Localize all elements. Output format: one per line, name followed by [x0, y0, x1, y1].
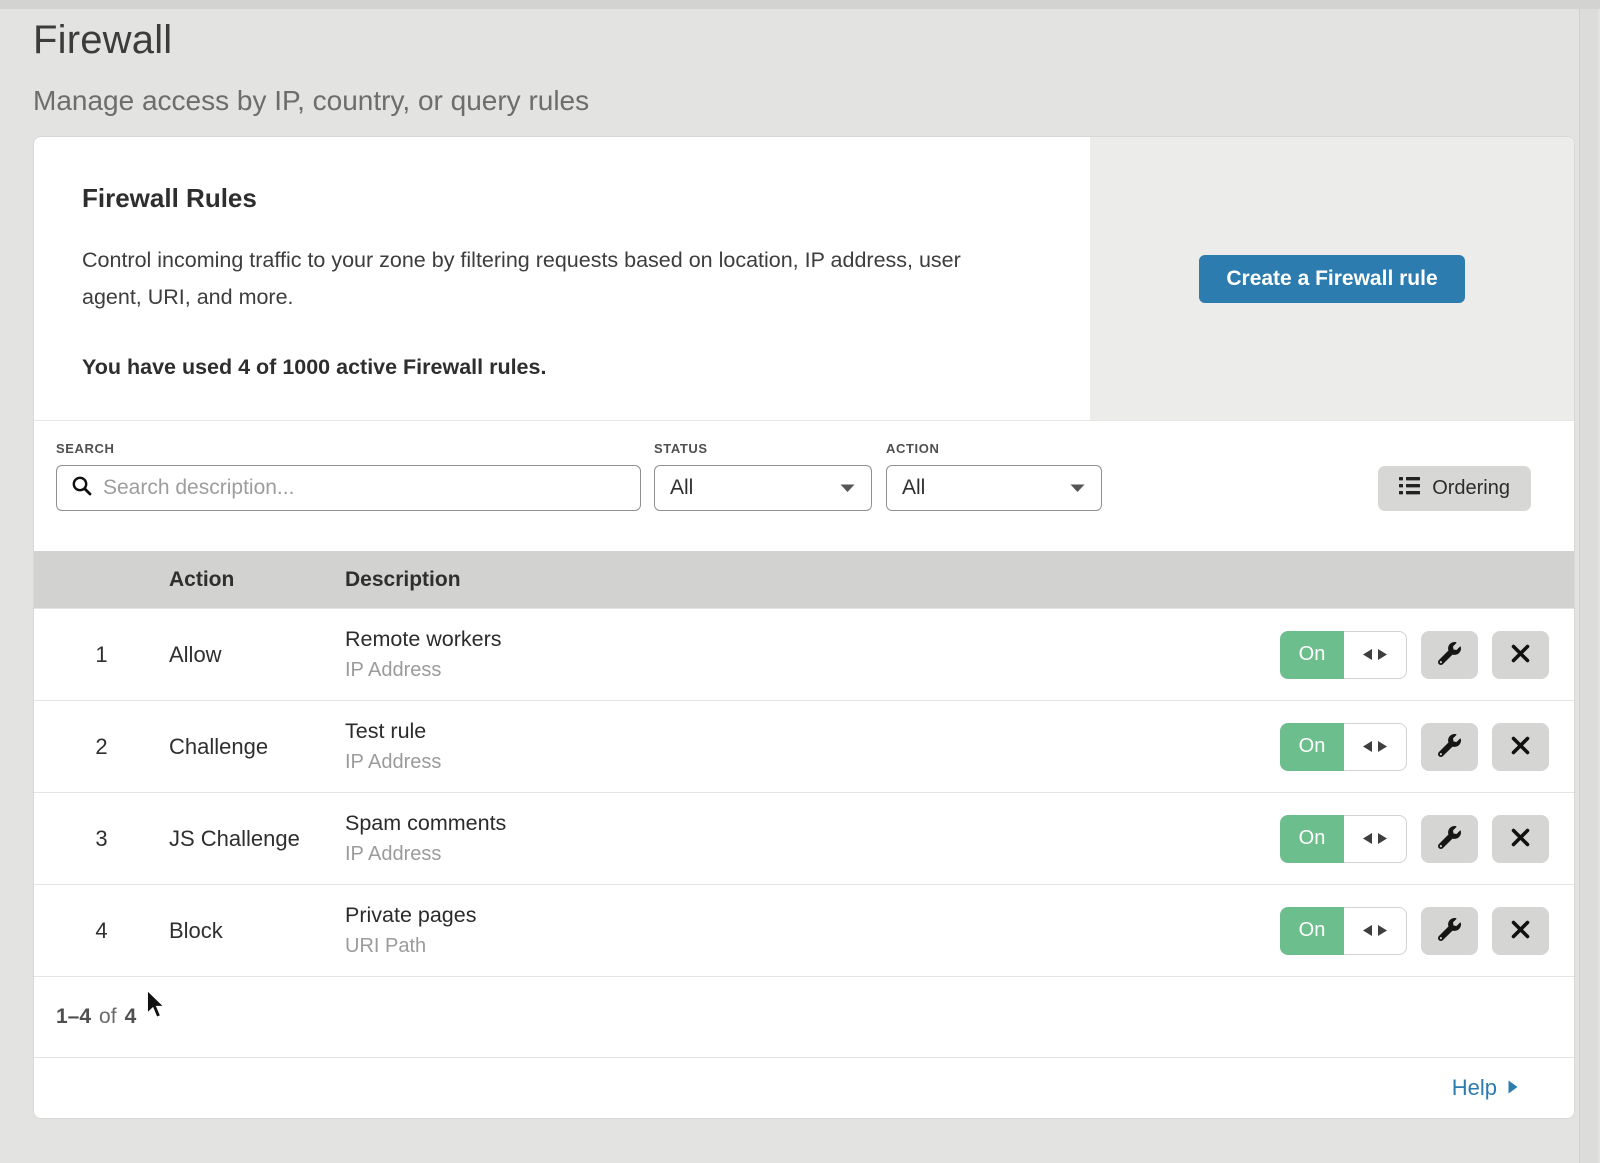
rule-action: Allow [169, 642, 345, 668]
toggle-arrows-icon[interactable] [1344, 907, 1407, 955]
rule-field: IP Address [345, 843, 1280, 866]
section-title: Firewall Rules [82, 183, 1020, 214]
rule-action: Block [169, 918, 345, 944]
table-row: 2 Challenge Test rule IP Address On [34, 700, 1574, 792]
chevron-down-icon [1069, 476, 1086, 500]
status-filter-group: STATUS All [654, 441, 872, 511]
chevron-down-icon [839, 476, 856, 500]
rule-description-cell: Private pages URI Path [345, 903, 1280, 958]
page-subtitle: Manage access by IP, country, or query r… [33, 85, 1600, 117]
ordered-list-icon [1399, 476, 1420, 501]
rule-field: IP Address [345, 751, 1280, 774]
cta-panel: Create a Firewall rule [1090, 137, 1574, 420]
rule-action: JS Challenge [169, 826, 345, 852]
toggle-arrows-icon[interactable] [1344, 631, 1407, 679]
close-icon [1510, 735, 1531, 759]
toggle-on-label[interactable]: On [1280, 723, 1344, 771]
ordering-button-label: Ordering [1432, 477, 1510, 500]
rule-description: Private pages [345, 903, 1280, 928]
help-link-label: Help [1452, 1075, 1497, 1101]
status-select[interactable]: All [654, 465, 872, 511]
wrench-icon [1438, 918, 1461, 944]
close-icon [1510, 919, 1531, 943]
edit-rule-button[interactable] [1421, 631, 1478, 679]
status-label: STATUS [654, 441, 872, 456]
search-filter-group: SEARCH [56, 441, 641, 511]
delete-rule-button[interactable] [1492, 723, 1549, 771]
scrollbar-gutter[interactable] [1579, 9, 1598, 1163]
intro-text-block: Firewall Rules Control incoming traffic … [34, 137, 1090, 420]
section-description: Control incoming traffic to your zone by… [82, 242, 1020, 315]
pagination: 1–4 of 4 [34, 976, 1574, 1057]
delete-rule-button[interactable] [1492, 815, 1549, 863]
search-label: SEARCH [56, 441, 641, 456]
page-header: Firewall Manage access by IP, country, o… [0, 0, 1600, 117]
rule-action: Challenge [169, 734, 345, 760]
close-icon [1510, 827, 1531, 851]
rule-enable-toggle[interactable]: On [1280, 815, 1407, 863]
ordering-button[interactable]: Ordering [1378, 466, 1531, 511]
page-title: Firewall [33, 18, 1600, 63]
rule-description-cell: Remote workers IP Address [345, 627, 1280, 682]
rule-enable-toggle[interactable]: On [1280, 907, 1407, 955]
rule-controls: On [1280, 907, 1574, 955]
delete-rule-button[interactable] [1492, 907, 1549, 955]
help-footer: Help [34, 1057, 1574, 1118]
status-selected-value: All [670, 476, 693, 500]
arrow-right-icon [1507, 1075, 1519, 1101]
description-column-header: Description [345, 568, 1574, 592]
rule-controls: On [1280, 815, 1574, 863]
table-header: Action Description [34, 551, 1574, 608]
rule-description: Spam comments [345, 811, 1280, 836]
rule-priority: 3 [34, 826, 169, 852]
search-field-wrapper [56, 465, 641, 511]
rule-description: Test rule [345, 719, 1280, 744]
wrench-icon [1438, 642, 1461, 668]
rule-controls: On [1280, 723, 1574, 771]
action-label: ACTION [886, 441, 1102, 456]
rule-priority: 2 [34, 734, 169, 760]
pagination-of: of [99, 1005, 117, 1029]
rule-priority: 4 [34, 918, 169, 944]
wrench-icon [1438, 826, 1461, 852]
action-column-header: Action [169, 568, 345, 592]
toggle-on-label[interactable]: On [1280, 631, 1344, 679]
rule-description-cell: Spam comments IP Address [345, 811, 1280, 866]
edit-rule-button[interactable] [1421, 723, 1478, 771]
action-select[interactable]: All [886, 465, 1102, 511]
toggle-arrows-icon[interactable] [1344, 723, 1407, 771]
rule-controls: On [1280, 631, 1574, 679]
rule-enable-toggle[interactable]: On [1280, 631, 1407, 679]
table-row: 3 JS Challenge Spam comments IP Address … [34, 792, 1574, 884]
pagination-range: 1–4 [56, 1005, 91, 1029]
edit-rule-button[interactable] [1421, 907, 1478, 955]
close-icon [1510, 643, 1531, 667]
table-row: 1 Allow Remote workers IP Address On [34, 608, 1574, 700]
rule-field: IP Address [345, 659, 1280, 682]
toggle-on-label[interactable]: On [1280, 907, 1344, 955]
table-row: 4 Block Private pages URI Path On [34, 884, 1574, 976]
usage-summary: You have used 4 of 1000 active Firewall … [82, 355, 1020, 380]
toggle-arrows-icon[interactable] [1344, 815, 1407, 863]
search-input[interactable] [103, 476, 626, 500]
edit-rule-button[interactable] [1421, 815, 1478, 863]
filter-bar: SEARCH STATUS All ACTION All [34, 421, 1574, 551]
card-intro-section: Firewall Rules Control incoming traffic … [34, 137, 1574, 421]
action-filter-group: ACTION All [886, 441, 1102, 511]
action-selected-value: All [902, 476, 925, 500]
firewall-rules-card: Firewall Rules Control incoming traffic … [33, 136, 1575, 1119]
toggle-on-label[interactable]: On [1280, 815, 1344, 863]
wrench-icon [1438, 734, 1461, 760]
help-link[interactable]: Help [1452, 1075, 1519, 1101]
rule-description: Remote workers [345, 627, 1280, 652]
window-top-edge [0, 0, 1600, 9]
create-firewall-rule-button[interactable]: Create a Firewall rule [1199, 255, 1464, 303]
rule-enable-toggle[interactable]: On [1280, 723, 1407, 771]
rule-field: URI Path [345, 935, 1280, 958]
pagination-total: 4 [125, 1005, 137, 1029]
rule-description-cell: Test rule IP Address [345, 719, 1280, 774]
delete-rule-button[interactable] [1492, 631, 1549, 679]
search-icon [71, 475, 93, 502]
rule-priority: 1 [34, 642, 169, 668]
